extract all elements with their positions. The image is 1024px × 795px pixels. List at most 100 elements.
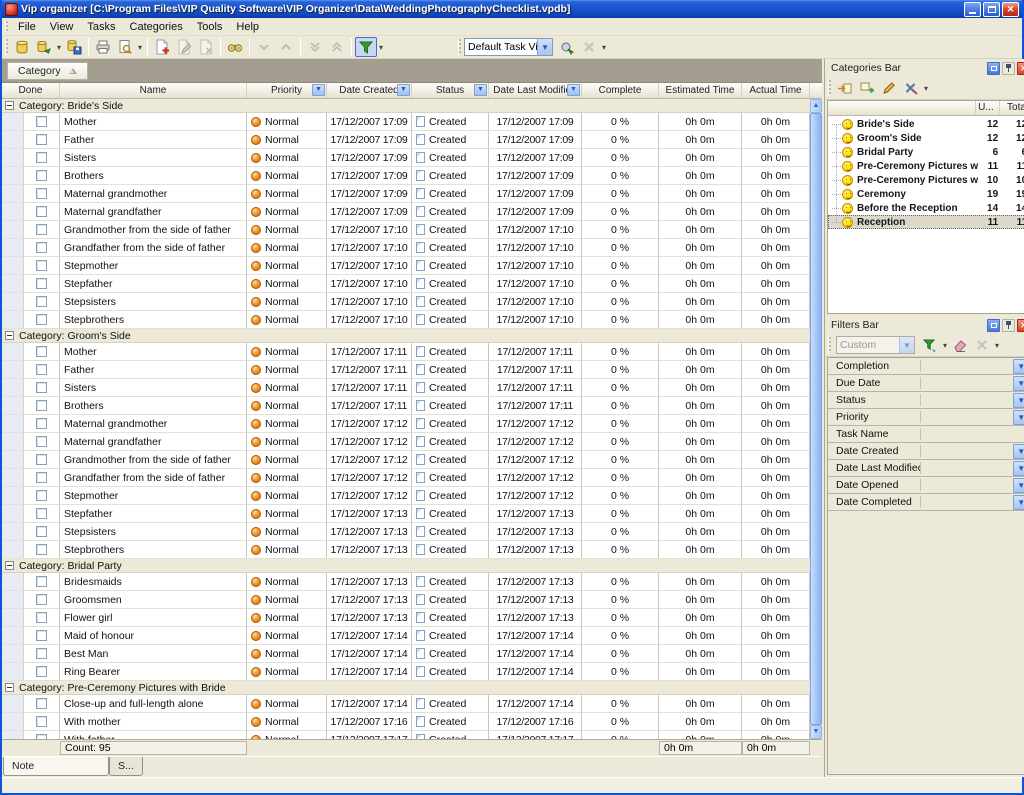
done-checkbox[interactable] — [36, 206, 47, 217]
add-subcategory-button[interactable] — [856, 78, 878, 98]
task-row[interactable]: Bridesmaids Normal 17/12/2007 17:13 Crea… — [2, 573, 810, 591]
task-row[interactable]: Mother Normal 17/12/2007 17:11 Created 1… — [2, 343, 810, 361]
column-header-status[interactable]: Status▼ — [412, 83, 489, 98]
filter-dropdown-icon[interactable]: ▼ — [397, 84, 410, 96]
task-row[interactable]: Father Normal 17/12/2007 17:09 Created 1… — [2, 131, 810, 149]
task-row[interactable]: Stepmother Normal 17/12/2007 17:10 Creat… — [2, 257, 810, 275]
filter-dropdown-icon[interactable]: ▼ — [1013, 359, 1024, 374]
move-down-button[interactable] — [253, 37, 275, 57]
category-tree-item[interactable]: Bridal Party 6 6 — [828, 145, 1024, 159]
task-row[interactable]: Stepsisters Normal 17/12/2007 17:10 Crea… — [2, 293, 810, 311]
done-checkbox[interactable] — [36, 116, 47, 127]
filter-dropdown-icon[interactable]: ▼ — [312, 84, 325, 96]
category-group-row[interactable]: Category: Groom's Side — [2, 329, 810, 343]
add-task-button[interactable] — [151, 37, 173, 57]
task-row[interactable]: Stepfather Normal 17/12/2007 17:10 Creat… — [2, 275, 810, 293]
print-preview-dropdown[interactable]: ▾ — [136, 43, 144, 52]
task-row[interactable]: Stepsisters Normal 17/12/2007 17:13 Crea… — [2, 523, 810, 541]
move-to-bottom-button[interactable] — [304, 37, 326, 57]
task-row[interactable]: Maternal grandmother Normal 17/12/2007 1… — [2, 185, 810, 203]
done-checkbox[interactable] — [36, 630, 47, 641]
category-tree-item[interactable]: Bride's Side 12 12 — [828, 117, 1024, 131]
tab-note[interactable]: Note — [3, 757, 109, 776]
task-row[interactable]: Father Normal 17/12/2007 17:11 Created 1… — [2, 361, 810, 379]
done-checkbox[interactable] — [36, 454, 47, 465]
filter-dropdown-icon[interactable]: ▼ — [1013, 461, 1024, 476]
restore-button[interactable] — [983, 2, 1000, 17]
task-row[interactable]: Maternal grandfather Normal 17/12/2007 1… — [2, 203, 810, 221]
task-row[interactable]: Grandmother from the side of father Norm… — [2, 221, 810, 239]
clear-filter-button[interactable] — [949, 335, 971, 355]
panel-close-button[interactable]: ✕ — [1017, 319, 1024, 332]
task-row[interactable]: Flower girl Normal 17/12/2007 17:13 Crea… — [2, 609, 810, 627]
panel-float-button[interactable] — [987, 319, 1000, 332]
delete-filter-button[interactable] — [971, 335, 993, 355]
filter-dropdown-icon[interactable]: ▼ — [567, 84, 580, 96]
panel-float-button[interactable] — [987, 62, 1000, 75]
done-checkbox[interactable] — [36, 418, 47, 429]
done-checkbox[interactable] — [36, 242, 47, 253]
close-button[interactable]: ✕ — [1002, 2, 1019, 17]
collapse-icon[interactable] — [5, 561, 14, 570]
done-checkbox[interactable] — [36, 716, 47, 727]
filter-dropdown-icon[interactable]: ▼ — [1013, 410, 1024, 425]
open-database-dropdown[interactable]: ▾ — [55, 43, 63, 52]
move-up-button[interactable] — [275, 37, 297, 57]
done-checkbox[interactable] — [36, 134, 47, 145]
task-view-combo[interactable]: Default Task View ▼ — [464, 38, 553, 56]
find-tasks-button[interactable] — [224, 37, 246, 57]
print-preview-button[interactable] — [114, 37, 136, 57]
column-header-priority[interactable]: Priority▼ — [247, 83, 327, 98]
open-database-button[interactable] — [33, 37, 55, 57]
done-checkbox[interactable] — [36, 648, 47, 659]
task-row[interactable]: Stepbrothers Normal 17/12/2007 17:13 Cre… — [2, 541, 810, 559]
column-header-estimated-time[interactable]: Estimated Time — [659, 83, 742, 98]
add-category-button[interactable] — [834, 78, 856, 98]
filter-dropdown-icon[interactable]: ▼ — [474, 84, 487, 96]
category-tree-item[interactable]: Before the Reception 14 14 — [828, 201, 1024, 215]
task-row[interactable]: Stepbrothers Normal 17/12/2007 17:10 Cre… — [2, 311, 810, 329]
panel-close-button[interactable]: ✕ — [1017, 62, 1024, 75]
done-checkbox[interactable] — [36, 698, 47, 709]
column-header-done[interactable]: Done — [2, 83, 60, 98]
menu-tasks[interactable]: Tasks — [80, 19, 122, 35]
scroll-up-icon[interactable]: ▲ — [810, 99, 822, 113]
delete-task-button[interactable] — [195, 37, 217, 57]
task-row[interactable]: Sisters Normal 17/12/2007 17:11 Created … — [2, 379, 810, 397]
done-checkbox[interactable] — [36, 612, 47, 623]
done-checkbox[interactable] — [36, 346, 47, 357]
save-database-button[interactable] — [63, 37, 85, 57]
categories-toolbar-dropdown[interactable]: ▾ — [922, 84, 930, 93]
panel-pin-button[interactable] — [1002, 319, 1015, 332]
category-group-row[interactable]: Category: Bride's Side — [2, 99, 810, 113]
delete-view-button[interactable] — [578, 37, 600, 57]
menu-categories[interactable]: Categories — [123, 19, 190, 35]
edit-category-button[interactable] — [878, 78, 900, 98]
done-checkbox[interactable] — [36, 508, 47, 519]
done-checkbox[interactable] — [36, 224, 47, 235]
vertical-scrollbar[interactable]: ▲ ▼ — [810, 99, 822, 739]
filter-dropdown-icon[interactable]: ▼ — [1013, 495, 1024, 510]
done-checkbox[interactable] — [36, 472, 47, 483]
column-header-date-created[interactable]: Date Created▼ — [327, 83, 412, 98]
task-row[interactable]: Ring Bearer Normal 17/12/2007 17:14 Crea… — [2, 663, 810, 681]
group-by-category-button[interactable]: Category — [7, 62, 88, 80]
combo-dropdown-icon[interactable]: ▼ — [537, 39, 552, 55]
done-checkbox[interactable] — [36, 364, 47, 375]
task-row[interactable]: Grandmother from the side of father Norm… — [2, 451, 810, 469]
scroll-down-icon[interactable]: ▼ — [810, 725, 822, 739]
task-row[interactable]: Grandfather from the side of father Norm… — [2, 469, 810, 487]
filter-toggle-button[interactable] — [355, 37, 377, 57]
menu-file[interactable]: File — [11, 19, 43, 35]
done-checkbox[interactable] — [36, 152, 47, 163]
done-checkbox[interactable] — [36, 260, 47, 271]
filter-dropdown-icon[interactable]: ▼ — [1013, 444, 1024, 459]
edit-task-button[interactable] — [173, 37, 195, 57]
menu-tools[interactable]: Tools — [190, 19, 230, 35]
apply-view-button[interactable] — [556, 37, 578, 57]
filters-toolbar-dropdown[interactable]: ▾ — [993, 341, 1001, 350]
column-header-name[interactable]: Name — [60, 83, 247, 98]
tree-header-total[interactable]: Total — [1000, 101, 1024, 115]
task-row[interactable]: Maternal grandfather Normal 17/12/2007 1… — [2, 433, 810, 451]
category-tree-item[interactable]: Groom's Side 12 12 — [828, 131, 1024, 145]
